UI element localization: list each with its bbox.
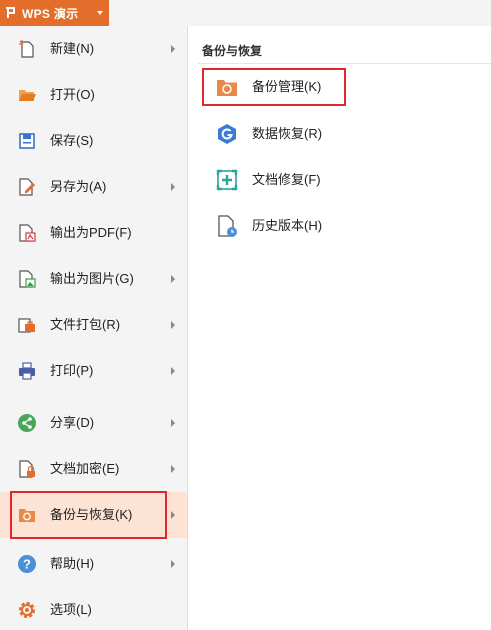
chevron-right-icon [171,419,175,427]
submenu-item-label: 历史版本(H) [252,218,323,233]
save-as-icon [19,178,35,196]
data-recovery-icon [218,124,236,144]
submenu-item-data-recovery[interactable]: 数据恢复(R) [202,114,352,154]
file-menu: 新建(N) 打开(O) 保存(S) 另存为(A) 输出为PDF(F) 输出为图片… [0,26,188,630]
submenu-item-label: 备份管理(K) [252,79,322,94]
open-folder-icon [19,90,36,101]
app-title: WPS 演示 [22,6,79,21]
chevron-down-icon [97,11,103,15]
menu-item-package[interactable]: 文件打包(R) [0,302,187,348]
history-version-icon [218,215,237,237]
submenu-item-history-version[interactable]: 历史版本(H) [202,206,352,246]
backup-manage-icon [217,80,237,96]
menu-item-export-pdf[interactable]: 输出为PDF(F) [0,210,187,256]
print-icon [19,362,35,380]
menu-item-label: 分享(D) [50,415,95,430]
backup-restore-icon [19,509,35,522]
chevron-right-icon [171,321,175,329]
encrypt-icon [19,460,35,478]
menu-item-open[interactable]: 打开(O) [0,72,187,118]
menu-item-new[interactable]: 新建(N) [0,26,187,72]
menu-item-save-as[interactable]: 另存为(A) [0,164,187,210]
app-menu-button[interactable]: WPS 演示 [0,0,109,26]
package-icon [18,318,35,333]
chevron-right-icon [171,275,175,283]
menu-item-label: 备份与恢复(K) [50,507,133,522]
submenu-item-label: 文档修复(F) [252,172,321,187]
chevron-right-icon [171,560,175,568]
menu-item-label: 输出为图片(G) [50,271,134,286]
submenu-panel: 备份与恢复 备份管理(K) 数据恢复(R) 文档修复(F) 历史版本(H) [188,26,491,630]
menu-item-label: 打开(O) [50,87,95,102]
chevron-right-icon [171,367,175,375]
menu-item-share[interactable]: 分享(D) [0,400,187,446]
menu-item-options[interactable]: 选项(L) [0,587,187,630]
chevron-right-icon [171,511,175,519]
panel-title: 备份与恢复 [202,44,263,58]
menu-item-label: 输出为PDF(F) [50,225,132,240]
menu-item-label: 选项(L) [50,602,92,617]
chevron-right-icon [171,45,175,53]
menu-item-encrypt[interactable]: 文档加密(E) [0,446,187,492]
menu-item-label: 文档加密(E) [50,461,120,476]
menu-item-save[interactable]: 保存(S) [0,118,187,164]
options-gear-icon [19,602,35,618]
new-file-icon [19,40,34,58]
menu-item-print[interactable]: 打印(P) [0,348,187,394]
share-icon [18,414,36,432]
menu-item-help[interactable]: ? 帮助(H) [0,541,187,587]
export-image-icon [19,270,36,288]
save-icon [19,133,35,149]
top-bar: WPS 演示 [0,0,491,26]
menu-item-label: 帮助(H) [50,556,95,571]
doc-repair-icon [216,169,238,191]
help-icon: ? [18,555,36,573]
export-pdf-icon [19,224,36,242]
wps-logo-icon [6,7,15,18]
menu-item-export-image[interactable]: 输出为图片(G) [0,256,187,302]
menu-item-label: 保存(S) [50,133,94,148]
submenu-item-doc-repair[interactable]: 文档修复(F) [202,160,352,200]
menu-item-backup-restore[interactable]: 备份与恢复(K) [0,492,187,538]
menu-item-label: 打印(P) [50,363,94,378]
svg-text:?: ? [23,557,31,572]
submenu-item-label: 数据恢复(R) [252,126,323,141]
menu-item-label: 新建(N) [50,41,95,56]
chevron-right-icon [171,183,175,191]
divider [198,63,491,64]
menu-item-label: 另存为(A) [50,179,107,194]
menu-item-label: 文件打包(R) [50,317,121,332]
submenu-item-backup-manage[interactable]: 备份管理(K) [202,67,352,107]
chevron-right-icon [171,465,175,473]
